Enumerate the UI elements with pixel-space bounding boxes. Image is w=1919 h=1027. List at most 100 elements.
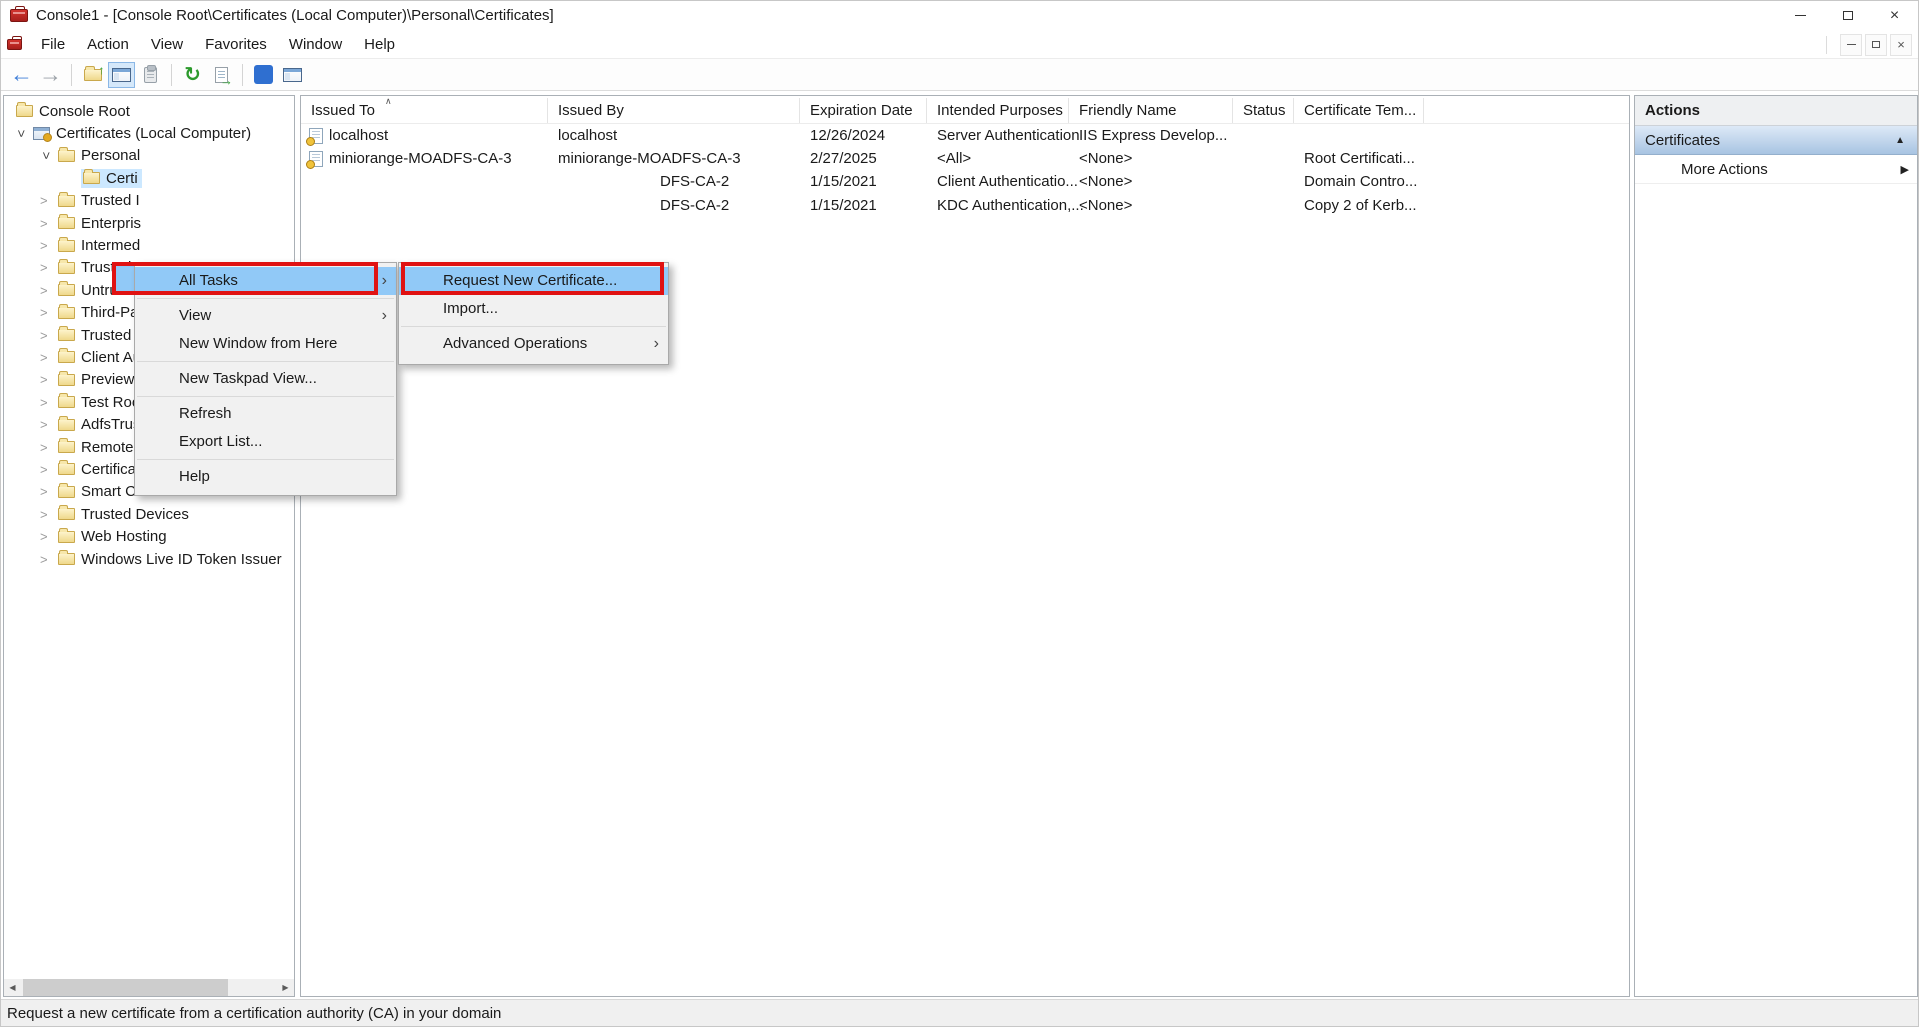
submenu-arrow-icon: › (382, 267, 387, 295)
certificate-row[interactable]: miniorange-MOADFS-CA-3miniorange-MOADFS-… (301, 147, 1629, 170)
column-header-intended-purposes[interactable]: Intended Purposes (927, 98, 1069, 123)
collapsed-chevron-icon[interactable]: > (37, 283, 56, 298)
cell-text: Domain Contro... (1304, 173, 1417, 190)
tree-horizontal-scrollbar[interactable]: ◀ ▶ (4, 979, 294, 996)
child-minimize-button[interactable] (1840, 34, 1862, 56)
refresh-button[interactable] (179, 62, 206, 88)
collapsed-chevron-icon[interactable]: > (37, 372, 56, 387)
tree-item-web-hosting[interactable]: >Web Hosting (4, 525, 294, 547)
menu-item-import-[interactable]: Import... (399, 295, 668, 323)
actions-section-certificates[interactable]: Certificates ▲ (1635, 126, 1917, 155)
tree-item-certi[interactable]: >Certi (4, 167, 294, 189)
menu-window[interactable]: Window (278, 30, 353, 59)
tree-item-trusted-devices[interactable]: >Trusted Devices (4, 503, 294, 525)
column-header-certificate-tem-[interactable]: Certificate Tem... (1294, 98, 1424, 123)
collapsed-chevron-icon[interactable]: > (37, 462, 56, 477)
column-header-issued-to[interactable]: ∧Issued To (301, 98, 548, 123)
scroll-left-arrow-icon[interactable]: ◀ (4, 979, 21, 996)
cell-issued-by: DFS-CA-2 (548, 197, 800, 214)
actions-pane: Actions Certificates ▲ More Actions ▶ (1634, 95, 1918, 997)
cell-friendly-name: <None> (1069, 173, 1233, 190)
child-close-button[interactable]: × (1890, 34, 1912, 56)
menu-item-new-window-from-here[interactable]: New Window from Here (135, 330, 396, 358)
scrollbar-track[interactable] (21, 979, 277, 996)
folder-icon (58, 217, 75, 229)
collapsed-chevron-icon[interactable]: > (37, 507, 56, 522)
tree-item-console-root[interactable]: Console Root (4, 100, 294, 122)
status-text: Request a new certificate from a certifi… (7, 1005, 501, 1022)
cell-expiration-date: 1/15/2021 (800, 173, 927, 190)
menu-help[interactable]: Help (353, 30, 406, 59)
certificate-icon (309, 151, 323, 167)
tree-item-personal[interactable]: >Personal (4, 145, 294, 167)
list-header: ∧Issued ToIssued ByExpiration DateIntend… (301, 98, 1629, 124)
new-window-button[interactable] (279, 62, 306, 88)
close-button[interactable]: × (1871, 1, 1918, 30)
child-restore-button[interactable] (1865, 34, 1887, 56)
cell-text: 1/15/2021 (810, 197, 877, 214)
certificate-row[interactable]: localhostlocalhost12/26/2024Server Authe… (301, 124, 1629, 147)
export-list-button[interactable] (208, 62, 235, 88)
menu-action[interactable]: Action (76, 30, 140, 59)
expanded-chevron-icon[interactable]: > (39, 146, 54, 165)
folder-icon (58, 351, 75, 363)
cell-expiration-date: 1/15/2021 (800, 197, 927, 214)
menu-item-help[interactable]: Help (135, 463, 396, 491)
column-header-issued-by[interactable]: Issued By (548, 98, 800, 123)
up-one-level-button[interactable]: ↑ (79, 62, 106, 88)
maximize-button[interactable] (1824, 1, 1871, 30)
collapsed-chevron-icon[interactable]: > (37, 193, 56, 208)
tree-item-enterpris[interactable]: >Enterpris (4, 212, 294, 234)
collapse-arrow-icon[interactable]: ▲ (1895, 135, 1905, 146)
column-header-status[interactable]: Status (1233, 98, 1294, 123)
certificate-row[interactable]: DFS-CA-21/15/2021Client Authenticatio...… (301, 170, 1629, 193)
menu-item-export-list-[interactable]: Export List... (135, 428, 396, 456)
collapsed-chevron-icon[interactable]: > (37, 440, 56, 455)
collapsed-chevron-icon[interactable]: > (37, 529, 56, 544)
tree-item-label: Intermed (81, 237, 140, 254)
scroll-right-arrow-icon[interactable]: ▶ (277, 979, 294, 996)
menu-view[interactable]: View (140, 30, 194, 59)
scrollbar-thumb[interactable] (23, 979, 228, 996)
collapsed-chevron-icon[interactable]: > (37, 305, 56, 320)
certificate-row[interactable]: DFS-CA-21/15/2021KDC Authentication,...<… (301, 194, 1629, 217)
collapsed-chevron-icon[interactable]: > (37, 552, 56, 567)
collapsed-chevron-icon[interactable]: > (37, 260, 56, 275)
tree-item-intermed[interactable]: > Intermed (4, 234, 294, 256)
show-console-tree-button[interactable] (108, 62, 135, 88)
column-header-expiration-date[interactable]: Expiration Date (800, 98, 927, 123)
more-actions-item[interactable]: More Actions ▶ (1635, 155, 1917, 184)
minimize-button[interactable] (1777, 1, 1824, 30)
back-arrow-button[interactable] (8, 62, 35, 88)
expanded-chevron-icon[interactable]: > (14, 124, 29, 143)
tree-item-windows-live-id-token-issuer[interactable]: >Windows Live ID Token Issuer (4, 548, 294, 570)
collapsed-chevron-icon[interactable]: > (37, 350, 56, 365)
menu-favorites[interactable]: Favorites (194, 30, 278, 59)
column-header-friendly-name[interactable]: Friendly Name (1069, 98, 1233, 123)
help-button[interactable] (250, 62, 277, 88)
menu-file[interactable]: File (30, 30, 76, 59)
menu-item-advanced-operations[interactable]: Advanced Operations› (399, 330, 668, 358)
menu-item-refresh[interactable]: Refresh (135, 400, 396, 428)
collapsed-chevron-icon[interactable]: > (37, 216, 56, 231)
actions-section-label: Certificates (1645, 132, 1720, 149)
tree-item-content: Web Hosting (56, 527, 171, 546)
collapsed-chevron-icon[interactable]: > (37, 238, 56, 253)
tree-item-certificates-local-computer-[interactable]: >Certificates (Local Computer) (4, 122, 294, 144)
collapsed-chevron-icon[interactable]: > (37, 395, 56, 410)
tree-item-content: Certificates (Local Computer) (31, 124, 255, 143)
menu-separator (137, 459, 394, 460)
cell-certificate-template: Copy 2 of Kerb... (1294, 197, 1424, 214)
collapsed-chevron-icon[interactable]: > (37, 484, 56, 499)
tree-item-content: Console Root (14, 102, 134, 121)
menu-separator (137, 298, 394, 299)
paste-button[interactable] (137, 62, 164, 88)
forward-arrow-button[interactable] (37, 62, 64, 88)
collapsed-chevron-icon[interactable]: > (37, 328, 56, 343)
menu-item-new-taskpad-view-[interactable]: New Taskpad View... (135, 365, 396, 393)
tree-item-content: Certi (81, 169, 142, 188)
child-window-controls: × (1826, 30, 1912, 59)
collapsed-chevron-icon[interactable]: > (37, 417, 56, 432)
menu-item-view[interactable]: View› (135, 302, 396, 330)
tree-item-trusted-i[interactable]: >Trusted I (4, 190, 294, 212)
